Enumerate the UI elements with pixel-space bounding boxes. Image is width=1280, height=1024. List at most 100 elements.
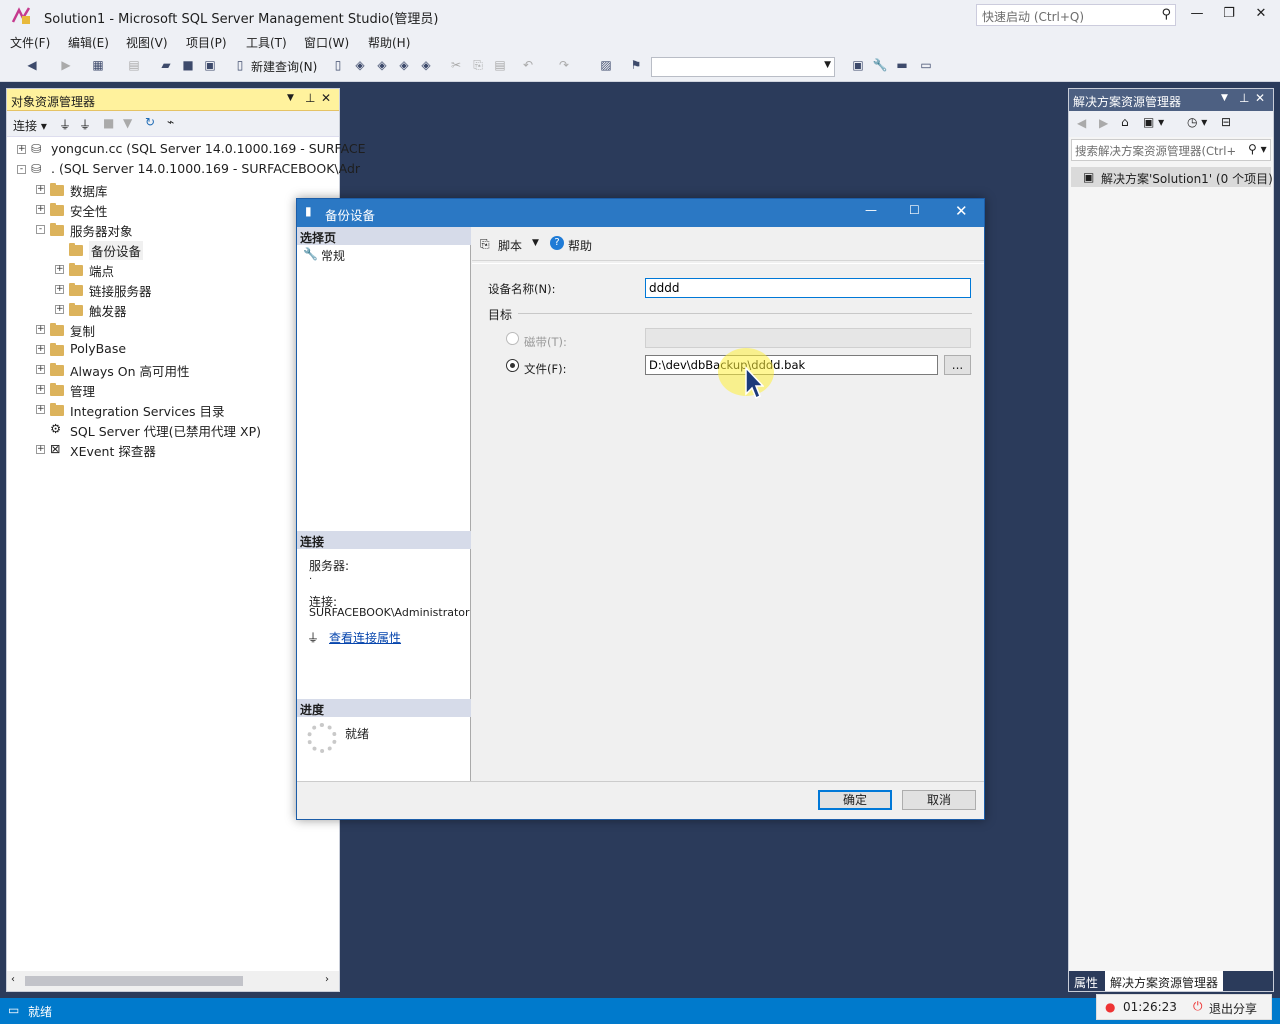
menu-tools[interactable]: 工具(T) (246, 34, 287, 51)
expand-icon[interactable]: + (36, 385, 45, 394)
close-panel-icon[interactable]: ✕ (321, 91, 331, 105)
tree-node[interactable]: + 复制 (7, 319, 339, 339)
file-path-input[interactable] (645, 355, 938, 375)
tree-node[interactable]: + 端点 (7, 259, 339, 279)
tree-node[interactable]: + 管理 (7, 379, 339, 399)
power-icon[interactable]: ⏻ (1193, 999, 1203, 1014)
solution-search-input[interactable]: 搜索解决方案资源管理器(Ctrl+ ⚲ ▾ (1071, 139, 1271, 161)
dialog-maximize-button[interactable]: ☐ (909, 203, 920, 217)
page-general[interactable]: 常规 (321, 247, 345, 264)
panel-menu-icon[interactable]: ▼ (1221, 93, 1228, 103)
copy-icon[interactable]: ⎘ (470, 58, 486, 74)
forward-icon[interactable]: ▶ (58, 58, 74, 74)
stop-icon[interactable]: ■ (103, 116, 114, 130)
pin-icon[interactable]: ⊥ (305, 91, 315, 105)
expand-icon[interactable]: + (36, 185, 45, 194)
menu-view[interactable]: 视图(V) (126, 34, 168, 51)
tree-node[interactable]: - ⛁ . (SQL Server 14.0.1000.169 - SURFACEB… (7, 159, 360, 179)
expand-icon[interactable]: + (55, 305, 64, 314)
tree-node[interactable]: + PolyBase (7, 339, 339, 359)
exit-share-button[interactable]: 退出分享 (1209, 1000, 1257, 1017)
menu-file[interactable]: 文件(F) (10, 34, 50, 51)
close-button[interactable]: ✕ (1250, 6, 1272, 24)
expand-icon[interactable]: + (55, 285, 64, 294)
dialog-close-button[interactable]: ✕ (955, 202, 968, 220)
tree-node[interactable]: + 链接服务器 (7, 279, 339, 299)
save-all-icon[interactable]: ▣ (202, 58, 218, 74)
tree-node[interactable]: - 服务器对象 (7, 219, 339, 239)
dmx-icon[interactable]: ◈ (374, 58, 390, 74)
pin-icon[interactable]: ⊥ (1239, 91, 1249, 105)
expand-icon[interactable]: + (36, 365, 45, 374)
forward-icon[interactable]: ▶ (1099, 116, 1108, 130)
solution-config-combo[interactable]: ▼ (651, 57, 835, 77)
tree-node[interactable]: + ⊠ XEvent 探查器 (7, 439, 339, 459)
new-query-button[interactable]: 新建查询(N) (251, 58, 317, 76)
expand-icon[interactable]: + (55, 265, 64, 274)
collapse-all-icon[interactable]: ⊟ (1221, 115, 1231, 129)
cancel-button[interactable]: 取消 (902, 790, 976, 810)
help-button[interactable]: 帮助 (568, 237, 592, 254)
xmla-icon[interactable]: ◈ (396, 58, 412, 74)
minimize-button[interactable]: — (1186, 6, 1208, 24)
redo-icon[interactable]: ↷ (556, 58, 572, 74)
new-project-icon[interactable]: ▦ (90, 58, 106, 74)
history-icon[interactable]: ◷ ▾ (1187, 115, 1207, 129)
activity-icon[interactable]: ⌁ (167, 115, 174, 129)
quick-launch-input[interactable]: 快速启动 (Ctrl+Q) ⚲ (976, 4, 1176, 26)
tree-node[interactable]: + 安全性 (7, 199, 339, 219)
tree-node[interactable]: 备份设备 (7, 239, 339, 260)
connect-button[interactable]: 连接 ▾ (13, 117, 47, 134)
home-icon[interactable]: ⌂ (1121, 115, 1129, 129)
panel-menu-icon[interactable]: ▼ (287, 93, 294, 103)
add-item-icon[interactable]: ▤ (126, 58, 142, 74)
expand-icon[interactable]: + (36, 325, 45, 334)
back-icon[interactable]: ◀ (1077, 116, 1086, 130)
tab-properties[interactable]: 属性 (1069, 971, 1105, 991)
tree-node[interactable]: + Integration Services 目录 (7, 399, 339, 419)
collapse-icon[interactable]: - (17, 165, 26, 174)
properties-wrench-icon[interactable]: 🔧 (872, 58, 888, 74)
paste-icon[interactable]: ▤ (492, 58, 508, 74)
restore-button[interactable]: ❐ (1218, 6, 1240, 24)
scroll-left-icon[interactable]: ‹ (11, 974, 15, 985)
view-connection-properties-link[interactable]: 查看连接属性 (329, 629, 401, 646)
activity-monitor-icon[interactable]: ▨ (598, 58, 614, 74)
open-folder-icon[interactable]: ▰ (158, 58, 174, 74)
script-dropdown-icon[interactable]: ▼ (532, 238, 539, 248)
tab-solution-explorer[interactable]: 解决方案资源管理器 (1105, 971, 1223, 991)
filter-icon[interactable]: ▼ (123, 116, 132, 130)
ok-button[interactable]: 确定 (818, 790, 892, 810)
undo-icon[interactable]: ↶ (520, 58, 536, 74)
connect-plug-icon[interactable]: ⏚ (59, 116, 71, 133)
device-name-input[interactable] (645, 278, 971, 298)
menu-edit[interactable]: 编辑(E) (68, 34, 109, 51)
tape-radio[interactable] (506, 332, 519, 345)
browse-button[interactable]: ... (944, 355, 971, 375)
switch-view-icon[interactable]: ▣ ▾ (1143, 115, 1164, 129)
mdx-icon[interactable]: ◈ (352, 58, 368, 74)
horizontal-scrollbar[interactable]: ‹ › (7, 971, 339, 991)
toolbox-icon[interactable]: ▬ (894, 58, 910, 74)
scroll-right-icon[interactable]: › (325, 974, 329, 985)
tree-node[interactable]: ⚙ SQL Server 代理(已禁用代理 XP) (7, 419, 339, 439)
registered-servers-icon[interactable]: ▣ (850, 58, 866, 74)
scrollbar-thumb[interactable] (25, 976, 243, 986)
expand-icon[interactable]: + (36, 345, 45, 354)
save-icon[interactable]: ■ (180, 58, 196, 74)
tree-node[interactable]: + 触发器 (7, 299, 339, 319)
disconnect-icon[interactable]: ⏚ (79, 116, 91, 133)
terminal-icon[interactable]: ▭ (918, 58, 934, 74)
dax-icon[interactable]: ◈ (418, 58, 434, 74)
file-radio[interactable] (506, 359, 519, 372)
dialog-minimize-button[interactable]: — (865, 203, 877, 217)
refresh-icon[interactable]: ↻ (145, 115, 155, 129)
cut-icon[interactable]: ✂ (448, 58, 464, 74)
tree-node[interactable]: + ⛁ yongcun.cc (SQL Server 14.0.1000.169 -… (7, 139, 366, 159)
expand-icon[interactable]: + (36, 405, 45, 414)
query-icon[interactable]: ▯ (330, 58, 346, 74)
expand-icon[interactable]: + (36, 445, 45, 454)
solution-node[interactable]: ▣ 解决方案'Solution1' (0 个项目) (1071, 167, 1273, 187)
find-icon[interactable]: ⚑ (628, 58, 644, 74)
menu-project[interactable]: 项目(P) (186, 34, 227, 51)
